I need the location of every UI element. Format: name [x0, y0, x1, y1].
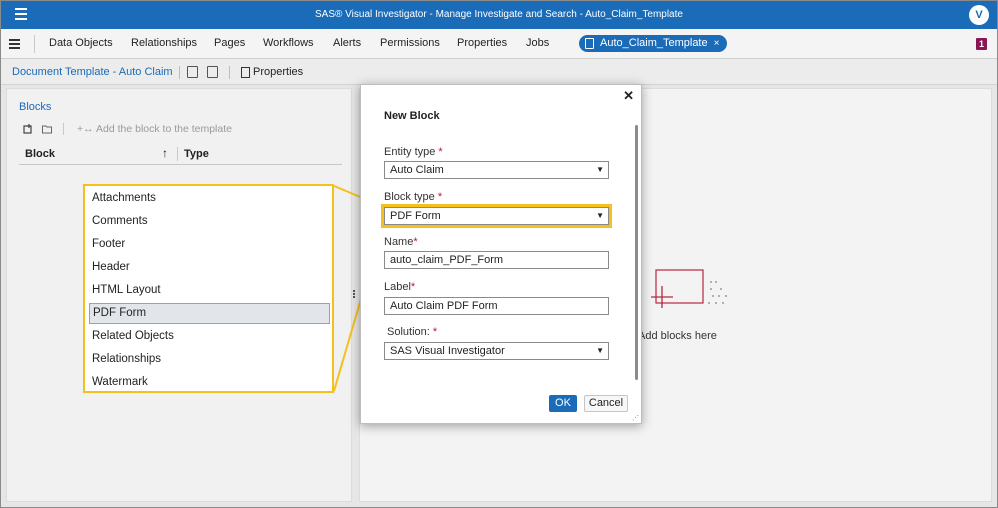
chevron-down-icon: ▼ — [596, 346, 604, 355]
block-type-value: PDF Form — [390, 210, 441, 222]
solution-label: Solution: * — [387, 326, 438, 338]
column-type[interactable]: Type — [184, 148, 209, 160]
label-value: Auto Claim PDF Form — [390, 300, 498, 312]
notification-badge[interactable]: 1 — [976, 38, 987, 50]
splitter-grip[interactable] — [353, 290, 356, 298]
dialog-scrollbar[interactable] — [635, 125, 638, 380]
blocks-title: Blocks — [19, 101, 52, 113]
sort-ascending-icon[interactable]: ↑ — [162, 146, 168, 160]
entity-type-label: Entity type * — [384, 146, 443, 158]
option-pdf-form[interactable]: PDF Form — [89, 303, 330, 324]
side-menu-icon[interactable] — [9, 39, 20, 51]
name-value: auto_claim_PDF_Form — [390, 254, 504, 266]
new-block-icon[interactable] — [23, 124, 33, 134]
toolbar-separator — [229, 66, 230, 79]
add-blocks-illustration-icon — [651, 269, 727, 308]
app-title: SAS® Visual Investigator - Manage Invest… — [315, 9, 683, 20]
option-footer[interactable]: Footer — [89, 234, 330, 255]
option-html-layout[interactable]: HTML Layout — [89, 280, 330, 301]
nav-bar: Data Objects Relationships Pages Workflo… — [1, 29, 997, 59]
chevron-down-icon: ▼ — [596, 211, 604, 220]
canvas-placeholder-text: Add blocks here — [638, 330, 717, 342]
block-type-options-callout: Attachments Comments Footer Header HTML … — [83, 184, 334, 393]
dialog-title: New Block — [384, 110, 440, 122]
block-type-label: Block type * — [384, 191, 443, 203]
tab-pages[interactable]: Pages — [214, 37, 245, 49]
cancel-button[interactable]: Cancel — [584, 395, 628, 412]
title-bar: SAS® Visual Investigator - Manage Invest… — [1, 1, 997, 29]
open-document-label: Auto_Claim_Template — [600, 37, 708, 49]
folder-icon[interactable] — [42, 124, 52, 134]
save-icon[interactable] — [207, 66, 218, 78]
option-attachments[interactable]: Attachments — [89, 188, 330, 209]
column-separator — [177, 147, 178, 161]
add-block-icon: +↔ — [77, 123, 94, 135]
solution-select[interactable]: SAS Visual Investigator ▼ — [384, 342, 609, 360]
document-title: Document Template - Auto Claim — [12, 66, 173, 78]
option-header[interactable]: Header — [89, 257, 330, 278]
toolbar-separator — [179, 66, 180, 79]
entity-type-select[interactable]: Auto Claim ▼ — [384, 161, 609, 179]
option-related-objects[interactable]: Related Objects — [89, 326, 330, 347]
block-type-select[interactable]: PDF Form ▼ — [381, 204, 612, 228]
properties-button[interactable]: Properties — [241, 66, 303, 78]
tab-permissions[interactable]: Permissions — [380, 37, 440, 49]
tab-relationships[interactable]: Relationships — [131, 37, 197, 49]
document-icon — [585, 38, 594, 49]
open-document-tab[interactable]: Auto_Claim_Template × — [579, 35, 728, 52]
resize-handle-icon[interactable]: ⋰ — [632, 414, 639, 422]
panel-separator — [63, 123, 64, 135]
solution-value: SAS Visual Investigator — [390, 345, 505, 357]
tab-data-objects[interactable]: Data Objects — [49, 37, 113, 49]
tab-properties[interactable]: Properties — [457, 37, 507, 49]
ok-button[interactable]: OK — [549, 395, 577, 412]
name-label: Name* — [384, 236, 418, 248]
option-relationships[interactable]: Relationships — [89, 349, 330, 370]
add-block-button: +↔ Add the block to the template — [77, 123, 232, 135]
entity-type-value: Auto Claim — [390, 164, 444, 176]
new-block-dialog: ✕ New Block Entity type * Auto Claim ▼ B… — [360, 84, 642, 424]
tab-alerts[interactable]: Alerts — [333, 37, 361, 49]
label-input[interactable]: Auto Claim PDF Form — [384, 297, 609, 315]
name-input[interactable]: auto_claim_PDF_Form — [384, 251, 609, 269]
label-label: Label* — [384, 281, 416, 293]
option-watermark[interactable]: Watermark — [89, 372, 330, 393]
column-block[interactable]: Block — [25, 148, 55, 160]
blocks-table-header: Block ↑ Type — [19, 145, 342, 165]
nav-separator — [34, 35, 35, 53]
close-tab-icon[interactable]: × — [714, 35, 720, 52]
option-comments[interactable]: Comments — [89, 211, 330, 232]
tab-jobs[interactable]: Jobs — [526, 37, 549, 49]
chevron-down-icon: ▼ — [596, 165, 604, 174]
properties-label: Properties — [253, 66, 304, 78]
add-block-label: Add the block to the template — [95, 123, 232, 135]
properties-icon — [241, 66, 250, 78]
user-avatar[interactable]: V — [969, 5, 989, 25]
tab-workflows[interactable]: Workflows — [263, 37, 314, 49]
close-dialog-icon[interactable]: ✕ — [623, 88, 634, 104]
document-toolbar: Document Template - Auto Claim Propertie… — [1, 59, 997, 85]
template-icon[interactable] — [187, 66, 198, 78]
